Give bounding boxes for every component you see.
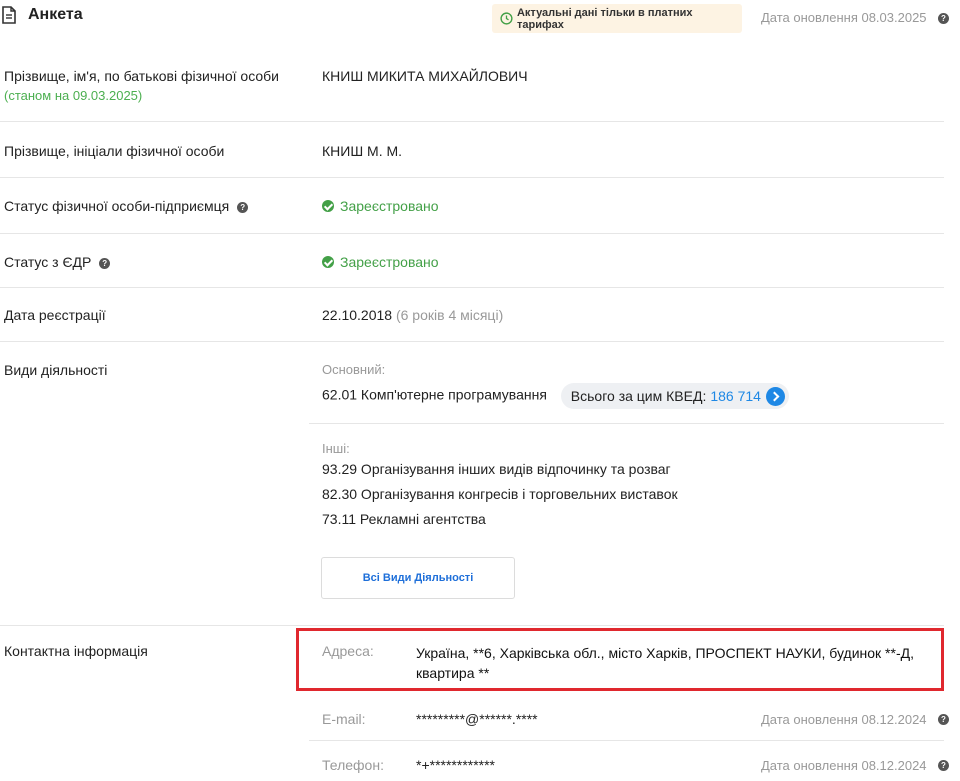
divider (309, 740, 944, 741)
contacts-label: Контактна інформація (4, 643, 148, 659)
row-label: Види діяльності (4, 362, 108, 378)
list-item: 93.29 Організування інших видів відпочин… (322, 461, 671, 477)
page-title: Анкета (0, 6, 83, 24)
address-value: Україна, **6, Харківська обл., місто Хар… (416, 643, 914, 683)
other-activities-heading: Інші: (322, 441, 350, 456)
document-icon (2, 6, 16, 24)
update-date: Дата оновлення 08.03.2025 (761, 10, 927, 25)
row-reg-date: Дата реєстрації 22.10.2018 (6 років 4 мі… (0, 288, 944, 342)
main-activity-block: Основний: 62.01 Комп'ютерне програмуванн… (322, 362, 789, 409)
list-item: 82.30 Організування конгресів і торговел… (322, 486, 678, 502)
status-text: Зареєстровано (340, 254, 439, 270)
reg-duration: (6 років 4 місяці) (395, 307, 504, 323)
kved-total-count: 186 714 (710, 388, 761, 404)
list-item: 73.11 Рекламні агентства (322, 511, 486, 527)
row-status-fop: Статус фізичної особи-підприємця ? Зареє… (0, 178, 944, 234)
kved-total-label: Всього за цим КВЕД: (570, 388, 707, 404)
row-initials: Прізвище, ініціали фізичної особи КНИШ М… (0, 122, 944, 178)
check-circle-icon (322, 200, 334, 212)
clock-icon (500, 12, 513, 25)
address-line: Україна, **6, Харківська обл., місто Хар… (416, 645, 914, 661)
phone-label: Телефон: (322, 757, 384, 773)
address-line: квартира ** (416, 665, 490, 681)
row-label: Прізвище, ім'я, по батькові фізичної осо… (4, 68, 279, 103)
initials-value: КНИШ М. М. (322, 143, 403, 159)
row-fullname: Прізвище, ім'я, по батькові фізичної осо… (0, 48, 944, 122)
row-label-text: Прізвище, ім'я, по батькові фізичної осо… (4, 68, 280, 84)
email-value: *********@******.**** (416, 711, 538, 727)
section-header: Анкета Актуальні дані тільки в платних т… (0, 0, 960, 40)
main-activity-heading: Основний: (322, 362, 386, 377)
fullname-value: КНИШ МИКИТА МИХАЙЛОВИЧ (322, 68, 528, 84)
status-text: Зареєстровано (340, 198, 439, 214)
row-label-text: Статус фізичної особи-підприємця (4, 198, 230, 214)
help-icon[interactable]: ? (938, 760, 949, 771)
phone-update-date: Дата оновлення 08.12.2024 (761, 758, 927, 773)
kved-total-pill[interactable]: Всього за цим КВЕД: 186 714 (560, 383, 789, 409)
paid-tariff-badge[interactable]: Актуальні дані тільки в платних тарифах (492, 4, 742, 33)
status-fop-value: Зареєстровано (322, 198, 439, 214)
check-circle-icon (322, 256, 334, 268)
row-label: Прізвище, ініціали фізичної особи (4, 143, 225, 159)
fullname-as-of-date: (станом на 09.03.2025) (4, 88, 143, 103)
row-label: Статус з ЄДР ? (4, 254, 111, 270)
chevron-right-icon[interactable] (765, 386, 785, 406)
status-edr-value: Зареєстровано (322, 254, 439, 270)
main-activity-text: 62.01 Комп'ютерне програмування (322, 386, 547, 403)
email-label: E-mail: (322, 711, 366, 727)
row-status-edr: Статус з ЄДР ? Зареєстровано (0, 234, 944, 288)
row-label: Статус фізичної особи-підприємця ? (4, 198, 249, 214)
main-activity: 62.01 Комп'ютерне програмування Всього з… (322, 383, 789, 409)
reg-date-value: 22.10.2018 (6 років 4 місяці) (322, 307, 503, 323)
divider (309, 423, 944, 424)
help-icon[interactable]: ? (99, 257, 111, 269)
page-title-text: Анкета (28, 6, 83, 23)
other-activities-block: Інші: 93.29 Організування інших видів ві… (322, 441, 678, 527)
reg-date: 22.10.2018 (322, 307, 393, 323)
all-activities-button[interactable]: Всі Види Діяльності (321, 557, 515, 599)
help-icon[interactable]: ? (938, 13, 949, 24)
address-label: Адреса: (322, 643, 374, 659)
help-icon[interactable]: ? (237, 201, 249, 213)
email-update-date: Дата оновлення 08.12.2024 (761, 712, 927, 727)
paid-tariff-badge-text: Актуальні дані тільки в платних тарифах (516, 6, 693, 31)
phone-value: *+************ (416, 757, 496, 773)
row-label: Дата реєстрації (4, 307, 106, 323)
help-icon[interactable]: ? (938, 714, 949, 725)
row-label-text: Статус з ЄДР (4, 254, 92, 270)
